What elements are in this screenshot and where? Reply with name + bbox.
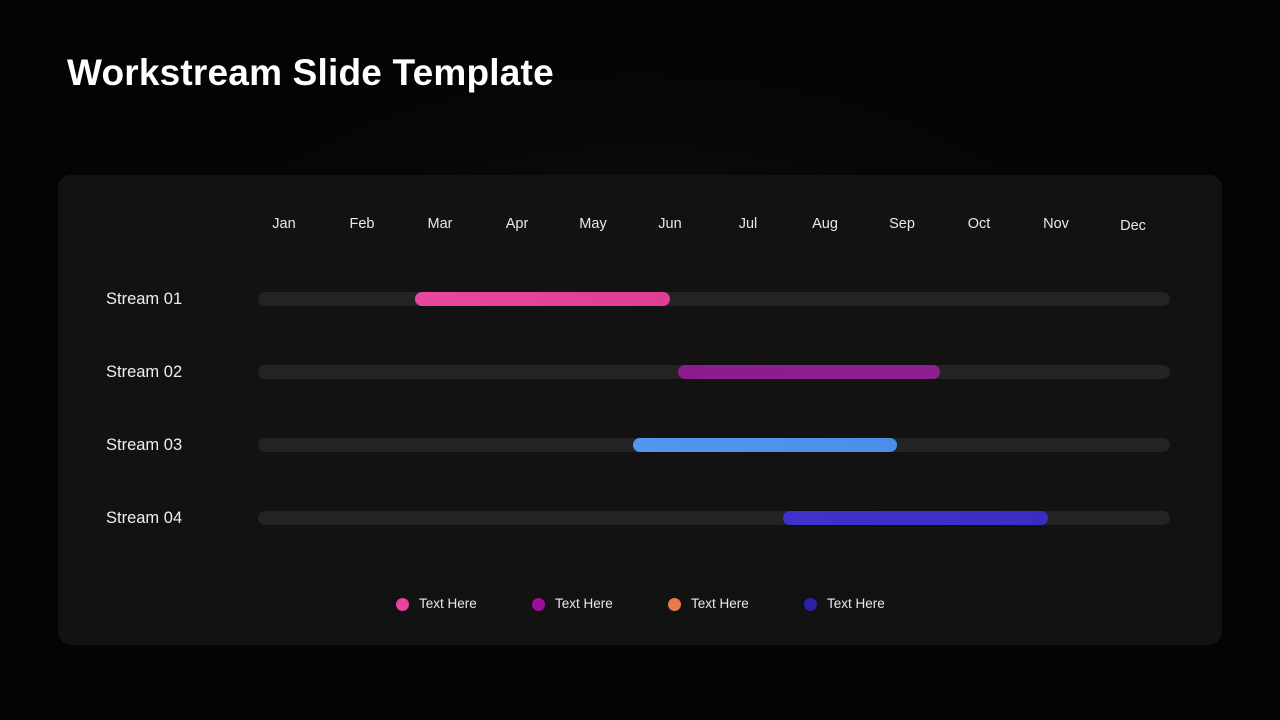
timeline-track[interactable] xyxy=(258,438,1170,452)
legend-dot-icon xyxy=(668,597,681,611)
legend-item[interactable]: Text Here xyxy=(532,594,613,614)
workstream-row: Stream 04 xyxy=(0,498,1280,538)
workstream-label-1: Stream 01 xyxy=(106,290,183,308)
slide-canvas: Workstream Slide Template Jan Feb Mar Apr Ma… xyxy=(0,0,1280,720)
timeline-bar-stream-03[interactable] xyxy=(633,438,897,452)
workstream-row: Stream 03 xyxy=(0,425,1280,465)
legend-label: Text Here xyxy=(419,596,477,611)
legend-dot-icon xyxy=(532,597,545,611)
workstream-label-3: Stream 03 xyxy=(106,436,183,454)
workstream-row: Stream 01 xyxy=(0,279,1280,319)
legend-item[interactable]: Text Here xyxy=(668,594,749,614)
timeline-bar-stream-02[interactable] xyxy=(678,365,940,379)
legend-label: Text Here xyxy=(555,596,613,611)
timeline-track[interactable] xyxy=(258,511,1170,525)
timeline-bar-stream-01[interactable] xyxy=(415,292,670,306)
legend-item[interactable]: Text Here xyxy=(396,594,477,614)
workstream-label-2: Stream 02 xyxy=(106,363,183,381)
timeline-bar-stream-04[interactable] xyxy=(783,511,1048,525)
legend-item[interactable]: Text Here xyxy=(804,594,885,614)
timeline-track[interactable] xyxy=(258,365,1170,379)
timeline-track[interactable] xyxy=(258,292,1170,306)
workstream-row: Stream 02 xyxy=(0,352,1280,392)
legend-dot-icon xyxy=(396,597,409,611)
legend-label: Text Here xyxy=(827,596,885,611)
workstream-label-4: Stream 04 xyxy=(106,509,183,527)
legend-dot-icon xyxy=(804,597,817,611)
workstream-rows: Stream 01 Stream 02 Stream 03 Stream 04 xyxy=(0,0,1280,720)
legend-label: Text Here xyxy=(691,596,749,611)
